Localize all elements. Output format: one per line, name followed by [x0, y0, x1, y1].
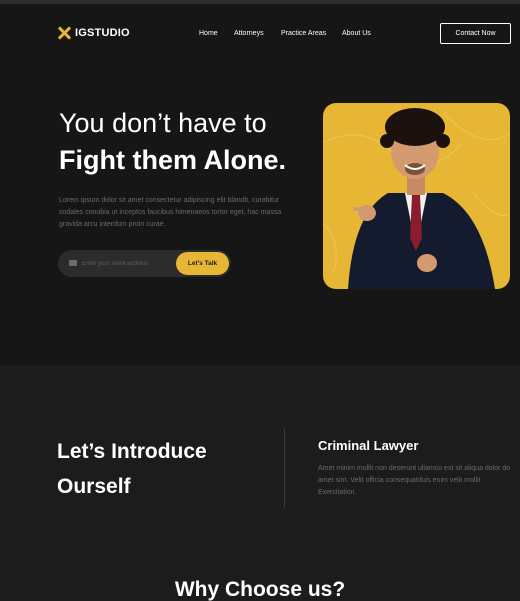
- role-description: Amet minim mollit non deserunt ullamco e…: [318, 465, 511, 496]
- email-input[interactable]: [82, 256, 172, 271]
- brand-name: IGSTUDIO: [75, 27, 130, 39]
- nav-attorneys[interactable]: Attorneys: [234, 30, 264, 37]
- contact-now-button[interactable]: Contact Now: [440, 23, 511, 44]
- hero-description: Lorem ipsum dolor sit amet consectetur a…: [59, 197, 282, 228]
- email-signup-bar: Let's Talk: [58, 250, 231, 277]
- why-choose-heading: Why Choose us?: [174, 578, 346, 601]
- hero-headline-line2: Fight them Alone.: [59, 145, 286, 175]
- nav-practice-areas[interactable]: Practice Areas: [281, 30, 326, 37]
- section-divider: [284, 428, 285, 508]
- intro-heading: Let’s Introduce Ourself: [57, 440, 207, 498]
- lets-talk-button[interactable]: Let's Talk: [176, 252, 229, 275]
- lawyer-photo: [323, 103, 510, 289]
- mail-icon: [69, 260, 77, 266]
- nav-about-us[interactable]: About Us: [342, 30, 371, 37]
- role-title: Criminal Lawyer: [318, 438, 419, 453]
- lawyer-illustration: [323, 108, 510, 289]
- nav-home[interactable]: Home: [199, 30, 218, 37]
- hero-headline-line1: You don’t have to: [59, 108, 267, 138]
- brand-logo[interactable]: IGSTUDIO: [57, 26, 130, 40]
- x-logo-icon: [57, 26, 71, 40]
